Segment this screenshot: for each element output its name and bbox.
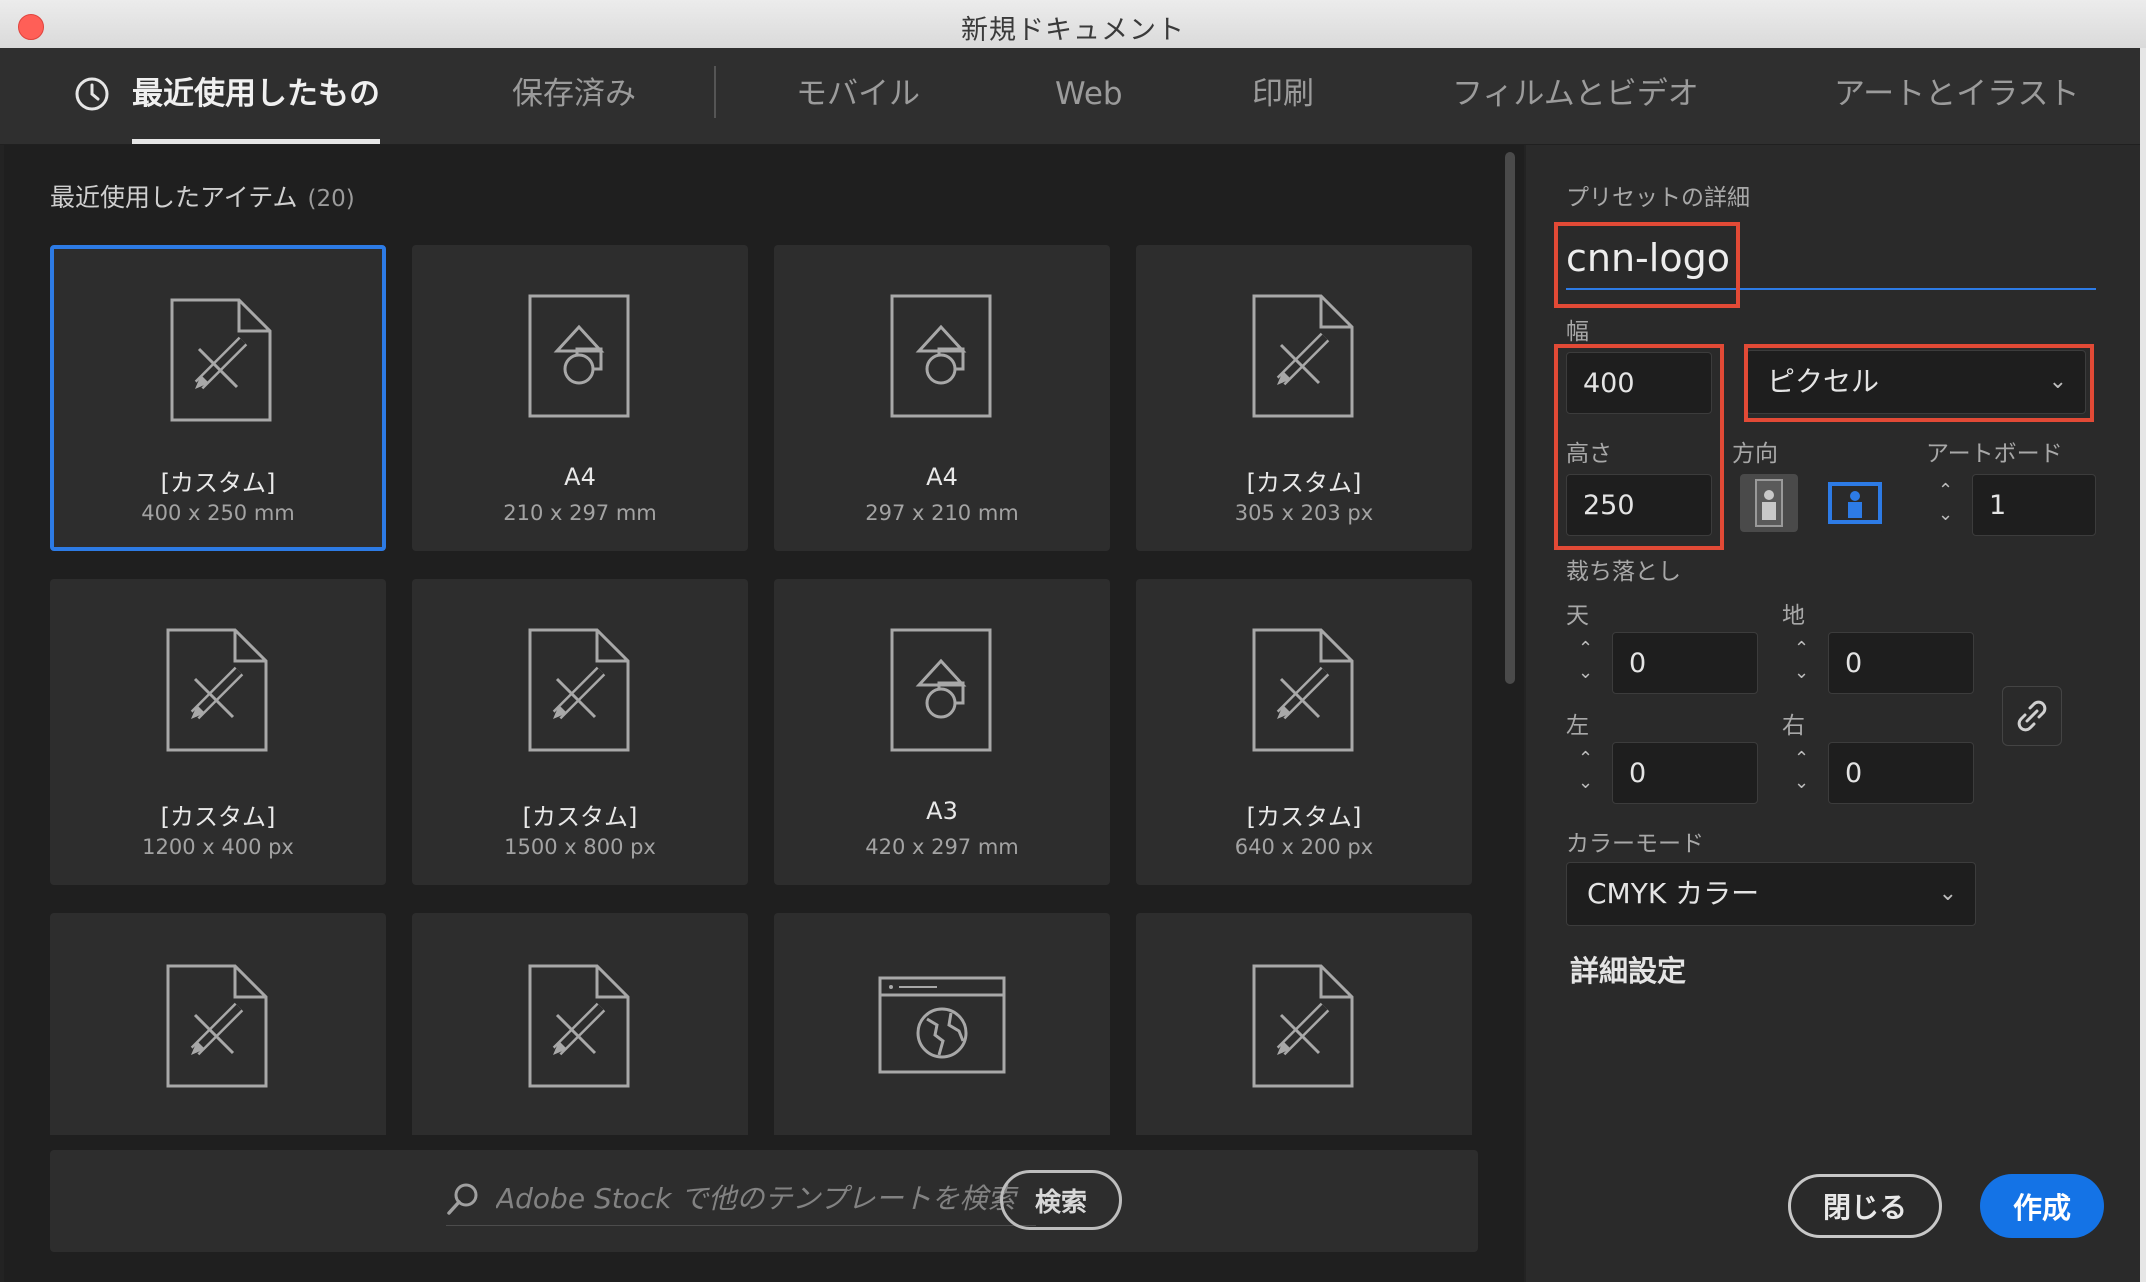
landscape-orientation-button[interactable] [1826, 474, 1884, 532]
bleed-label: 裁ち落とし [1566, 559, 1681, 585]
preset-card[interactable]: [カスタム] 640 x 200 px [1136, 579, 1472, 885]
stock-search-input[interactable] [446, 1172, 1036, 1226]
print-document-icon [890, 294, 992, 418]
bleed-right-label: 右 [1782, 713, 1805, 739]
tab-saved[interactable]: 保存済み [512, 48, 636, 144]
bleed-top-stepper[interactable]: ⌃ ⌄ [1566, 632, 1612, 694]
tab-recent[interactable]: 最近使用したもの [132, 48, 380, 144]
bleed-top-input[interactable]: 0 [1612, 632, 1758, 694]
active-tab-underline [132, 139, 380, 144]
custom-document-icon [166, 628, 268, 752]
preset-card[interactable]: A4 297 x 210 mm [774, 245, 1110, 551]
tab-print[interactable]: 印刷 [1252, 48, 1314, 144]
preset-card[interactable] [50, 913, 386, 1135]
category-tabs: 最近使用したもの 保存済み モバイル Web 印刷 フィルムとビデオ アートとイ… [0, 48, 2146, 145]
custom-document-icon [528, 964, 630, 1088]
preset-card-size: 210 x 297 mm [503, 501, 657, 525]
preset-details-heading: プリセットの詳細 [1566, 185, 1750, 211]
preset-card-size: 1200 x 400 px [142, 835, 294, 859]
preset-card[interactable] [412, 913, 748, 1135]
preset-card-selected[interactable]: [カスタム] 400 x 250 mm [50, 245, 386, 551]
preset-card-name: [カスタム] [1246, 469, 1362, 497]
bleed-left-input[interactable]: 0 [1612, 742, 1758, 804]
bleed-right-input[interactable]: 0 [1828, 742, 1974, 804]
tab-divider [714, 66, 716, 118]
width-label: 幅 [1566, 319, 1589, 345]
advanced-settings-toggle[interactable]: 詳細設定 [1570, 948, 1686, 990]
preset-card-name: [カスタム] [522, 803, 638, 831]
preset-card-size: 305 x 203 px [1234, 501, 1374, 525]
portrait-icon [1755, 479, 1783, 527]
height-input[interactable]: 250 [1566, 474, 1712, 536]
preset-card[interactable]: A4 210 x 297 mm [412, 245, 748, 551]
custom-document-icon [166, 964, 268, 1088]
create-button[interactable]: 作成 [1980, 1174, 2104, 1238]
preset-card-name: [カスタム] [1246, 803, 1362, 831]
orientation-label: 方向 [1732, 441, 1778, 467]
tab-film-video[interactable]: フィルムとビデオ [1452, 48, 1699, 144]
custom-document-icon [1252, 294, 1354, 418]
color-mode-label: カラーモード [1566, 831, 1704, 857]
custom-document-icon [528, 628, 630, 752]
link-icon [2017, 700, 2047, 732]
search-icon [447, 1183, 478, 1215]
preset-card-name: A4 [926, 463, 958, 491]
clock-icon [75, 77, 109, 111]
chevron-down-icon: ⌄ [1938, 881, 1957, 906]
window-title: 新規ドキュメント [961, 15, 1185, 46]
link-bleed-button[interactable] [2002, 686, 2062, 746]
stock-search-bar: 検索 [50, 1150, 1478, 1252]
window-edge [2140, 48, 2146, 1282]
preset-card-name: A3 [926, 797, 958, 825]
artboard-label: アートボード [1926, 441, 2063, 467]
print-document-icon [890, 628, 992, 752]
bleed-bottom-label: 地 [1782, 603, 1805, 629]
custom-document-icon [1252, 628, 1354, 752]
custom-document-icon [170, 298, 272, 422]
print-document-icon [528, 294, 630, 418]
bleed-bottom-stepper[interactable]: ⌃ ⌄ [1782, 632, 1828, 694]
preset-card-name: [カスタム] [160, 803, 276, 831]
preset-card-size: 640 x 200 px [1234, 835, 1374, 859]
tab-mobile[interactable]: モバイル [796, 48, 920, 144]
tab-art-illustration[interactable]: アートとイラスト [1834, 48, 2080, 144]
new-document-dialog: 新規ドキュメント 最近使用したもの 保存済み モバイル Web 印刷 フィルムと… [0, 0, 2146, 1282]
color-mode-dropdown[interactable]: CMYK カラー ⌄ [1566, 862, 1976, 926]
web-document-icon [878, 976, 1006, 1074]
scrollbar[interactable] [1505, 152, 1515, 684]
preset-card-size: 420 x 297 mm [865, 835, 1019, 859]
preset-card-size: 297 x 210 mm [865, 501, 1019, 525]
artboard-stepper[interactable]: ⌃ ⌄ [1926, 474, 1972, 536]
preset-card[interactable]: [カスタム] 1200 x 400 px [50, 579, 386, 885]
preset-card[interactable]: [カスタム] 1500 x 800 px [412, 579, 748, 885]
title-bar: 新規ドキュメント [0, 0, 2146, 49]
bleed-left-stepper[interactable]: ⌃ ⌄ [1566, 742, 1612, 804]
close-button[interactable]: 閉じる [1788, 1174, 1942, 1238]
custom-document-icon [1252, 964, 1354, 1088]
bleed-left-label: 左 [1566, 713, 1589, 739]
tab-web[interactable]: Web [1055, 48, 1123, 144]
unit-dropdown[interactable]: ピクセル ⌄ [1746, 350, 2086, 414]
preset-card-name: A4 [564, 463, 596, 491]
artboard-input[interactable]: 1 [1972, 474, 2096, 536]
preset-card[interactable]: A3 420 x 297 mm [774, 579, 1110, 885]
preset-card[interactable] [774, 913, 1110, 1135]
portrait-orientation-button[interactable] [1740, 474, 1798, 532]
preset-card[interactable]: [カスタム] 305 x 203 px [1136, 245, 1472, 551]
preset-card-name: [カスタム] [160, 469, 276, 497]
landscape-icon [1828, 482, 1882, 524]
width-input[interactable]: 400 [1566, 352, 1712, 414]
bleed-bottom-input[interactable]: 0 [1828, 632, 1974, 694]
chevron-down-icon: ⌄ [2048, 369, 2067, 394]
bleed-right-stepper[interactable]: ⌃ ⌄ [1782, 742, 1828, 804]
preset-name-input[interactable] [1566, 228, 2096, 290]
bleed-top-label: 天 [1566, 603, 1589, 629]
height-label: 高さ [1566, 441, 1612, 467]
recent-items-heading: 最近使用したアイテム (20) [50, 183, 355, 212]
search-button[interactable]: 検索 [1000, 1170, 1122, 1230]
preset-card-size: 400 x 250 mm [141, 501, 295, 525]
preset-card[interactable] [1136, 913, 1472, 1135]
preset-card-size: 1500 x 800 px [504, 835, 656, 859]
